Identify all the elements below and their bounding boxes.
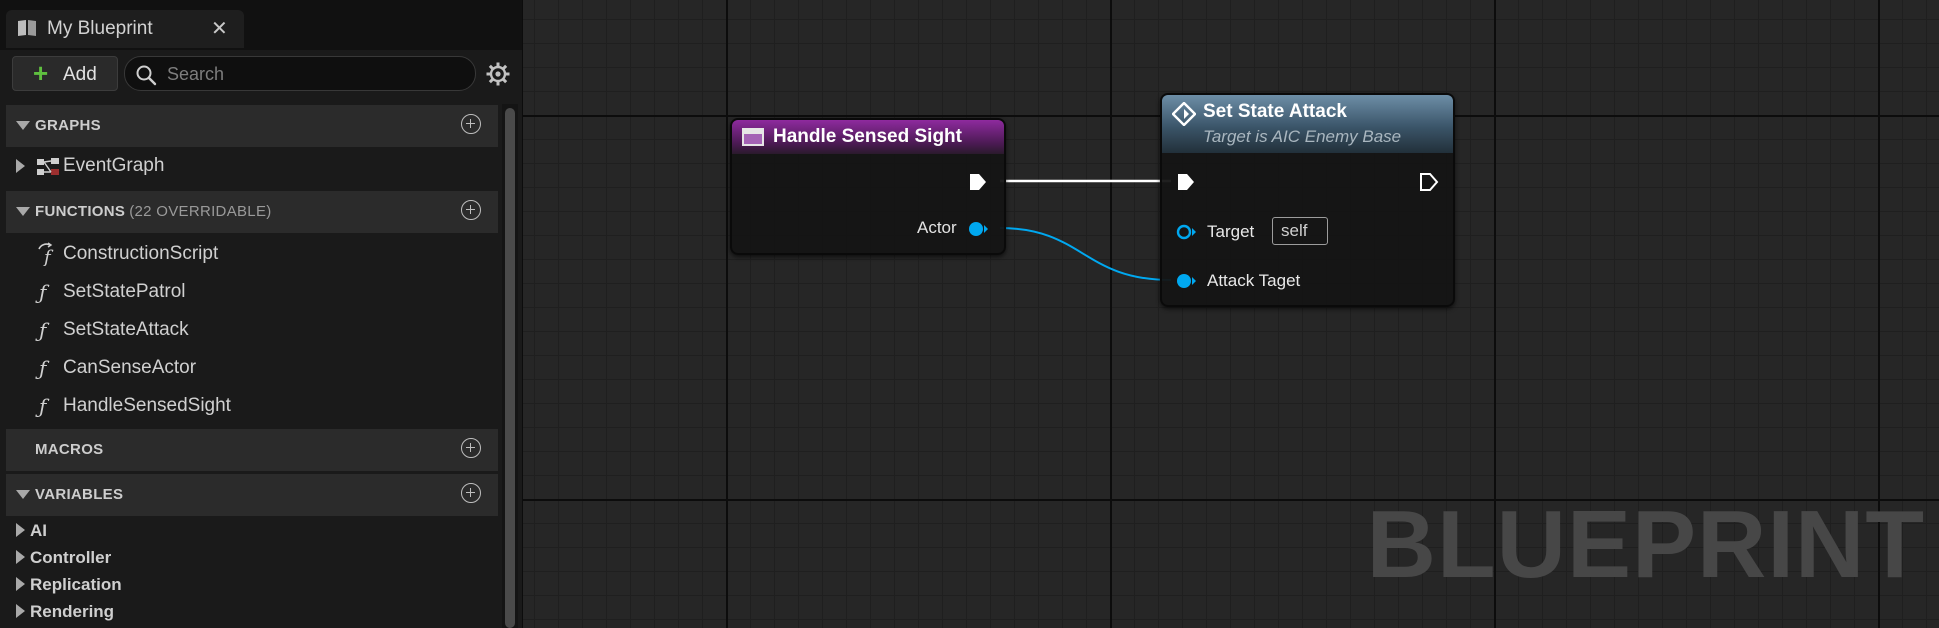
function-item-label: SetStateAttack [63, 319, 189, 340]
section-title-variables: VARIABLES [35, 486, 124, 503]
expand-arrow-icon[interactable] [16, 159, 25, 173]
graph-item-label: EventGraph [63, 155, 165, 176]
section-header-graphs[interactable]: GRAPHS [6, 105, 498, 147]
section-title-functions: FUNCTIONS (22 OVERRIDABLE) [35, 203, 272, 220]
blueprint-graph-canvas[interactable]: Handle Sensed Sight Actor Set State Atta… [523, 0, 1939, 628]
function-call-icon [1172, 102, 1196, 126]
close-icon[interactable]: ✕ [211, 16, 228, 41]
gear-icon[interactable] [485, 61, 511, 87]
function-item-label: SetStatePatrol [63, 281, 186, 302]
event-graph-icon [37, 158, 59, 175]
tab-strip: My Blueprint ✕ [0, 0, 522, 50]
search-box[interactable] [124, 56, 476, 91]
construction-script-icon: f [38, 242, 54, 266]
function-item-handlesensedsight[interactable]: ƒ HandleSensedSight [6, 388, 498, 424]
add-graph-icon[interactable] [461, 114, 481, 134]
expand-arrow-icon[interactable] [16, 550, 25, 564]
add-variable-icon[interactable] [461, 483, 481, 503]
variable-category-label: AI [30, 521, 47, 540]
object-pin-icon[interactable] [967, 219, 989, 239]
target-default-value[interactable]: self [1272, 217, 1328, 245]
function-item-cansenseactor[interactable]: ƒ CanSenseActor [6, 350, 498, 386]
function-item-label: ConstructionScript [63, 243, 219, 264]
function-item-label: HandleSensedSight [63, 395, 231, 416]
section-header-functions[interactable]: FUNCTIONS (22 OVERRIDABLE) [6, 191, 498, 233]
section-title-graphs: GRAPHS [35, 117, 101, 134]
section-header-macros[interactable]: MACROS [6, 429, 498, 471]
collapse-arrow-icon [16, 121, 30, 130]
variable-category-replication[interactable]: Replication [6, 571, 498, 597]
expand-arrow-icon[interactable] [16, 604, 25, 618]
graph-watermark: BLUEPRINT [1366, 491, 1925, 598]
expand-arrow-icon[interactable] [16, 577, 25, 591]
functions-overridable-count: (22 OVERRIDABLE) [129, 203, 272, 220]
variable-category-label: Replication [30, 575, 122, 594]
search-icon [136, 65, 157, 86]
node-header[interactable]: Handle Sensed Sight [732, 120, 1004, 154]
add-button[interactable]: + Add [12, 56, 118, 91]
plus-icon: + [33, 58, 49, 88]
node-title: Handle Sensed Sight [773, 126, 962, 147]
function-icon: ƒ [39, 318, 47, 342]
node-set-state-attack[interactable]: Set State Attack Target is AIC Enemy Bas… [1160, 93, 1455, 307]
function-item-label: CanSenseActor [63, 357, 197, 378]
search-input[interactable] [165, 60, 469, 88]
toolbar: + Add [0, 50, 522, 98]
function-icon: ƒ [39, 394, 47, 418]
section-header-variables[interactable]: VARIABLES [6, 474, 498, 516]
add-function-icon[interactable] [461, 200, 481, 220]
tab-title: My Blueprint [47, 18, 153, 39]
function-item-setstatepatrol[interactable]: ƒ SetStatePatrol [6, 274, 498, 310]
exec-out-pin-icon[interactable] [967, 171, 989, 193]
node-handle-sensed-sight[interactable]: Handle Sensed Sight Actor [730, 118, 1006, 255]
graph-item-eventgraph[interactable]: EventGraph [6, 148, 498, 184]
variable-category-rendering[interactable]: Rendering [6, 598, 498, 624]
variable-category-label: Controller [30, 548, 112, 567]
variable-category-controller[interactable]: Controller [6, 544, 498, 570]
event-icon [742, 128, 764, 146]
function-icon: ƒ [39, 356, 47, 380]
exec-in-pin-icon[interactable] [1175, 171, 1197, 193]
function-item-constructionscript[interactable]: f ConstructionScript [6, 236, 498, 272]
expand-arrow-icon[interactable] [16, 523, 25, 537]
object-pin-icon[interactable] [1175, 271, 1197, 291]
functions-title: FUNCTIONS [35, 203, 126, 220]
pin-label-actor: Actor [917, 218, 957, 237]
add-button-label: Add [63, 64, 97, 85]
book-icon [18, 20, 36, 36]
node-header[interactable]: Set State Attack Target is AIC Enemy Bas… [1162, 95, 1453, 153]
function-item-setstateattack[interactable]: ƒ SetStateAttack [6, 312, 498, 348]
collapse-arrow-icon [16, 207, 30, 216]
section-title-macros: MACROS [35, 441, 104, 458]
object-pin-icon[interactable] [1175, 222, 1197, 242]
variable-category-label: Rendering [30, 602, 115, 621]
collapse-arrow-icon [16, 490, 30, 499]
my-blueprint-panel: My Blueprint ✕ + Add Search GRAPHS Event… [0, 0, 523, 628]
svg-text:f: f [42, 247, 54, 266]
function-icon: ƒ [39, 280, 47, 304]
actor-wire [999, 227, 1172, 281]
tab-my-blueprint[interactable]: My Blueprint ✕ [6, 10, 244, 48]
scrollbar-thumb[interactable] [505, 108, 515, 628]
pin-label-attack-target: Attack Taget [1207, 271, 1301, 290]
exec-out-pin-icon[interactable] [1418, 171, 1440, 193]
node-title: Set State Attack [1203, 101, 1347, 122]
add-macro-icon[interactable] [461, 438, 481, 458]
variable-category-ai[interactable]: AI [6, 517, 498, 543]
node-subtitle: Target is AIC Enemy Base [1203, 127, 1402, 146]
pin-label-target: Target [1207, 222, 1255, 241]
